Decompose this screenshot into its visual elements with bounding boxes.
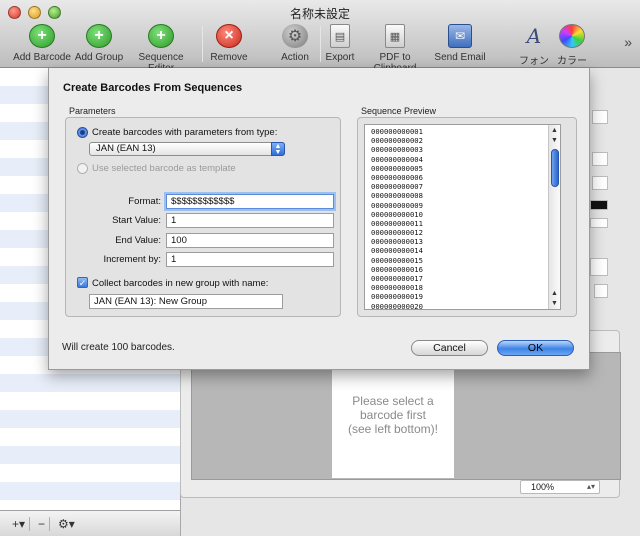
sequence-items: 000000000001 000000000002 000000000003 0000… (371, 127, 423, 309)
plus-circle-icon: + (86, 24, 112, 48)
ok-button[interactable]: OK (497, 340, 574, 356)
template-radio-label: Use selected barcode as template (92, 163, 236, 174)
sequence-preview-label: Sequence Preview (361, 106, 437, 116)
start-value-field[interactable] (166, 213, 334, 228)
parameters-group-label: Parameters (69, 106, 116, 116)
inspector-field[interactable] (590, 258, 608, 276)
toolbar-action-label: Action (281, 52, 309, 63)
color-well[interactable] (590, 200, 608, 210)
toolbar-add-group-button[interactable]: + Add Group (73, 24, 125, 63)
end-value-label: End Value: (115, 235, 161, 246)
chevron-updown-icon: ▴▾ (586, 482, 595, 491)
format-label: Format: (128, 196, 161, 207)
toolbar-add-barcode-button[interactable]: + Add Barcode (12, 24, 72, 63)
sequence-item[interactable]: 000000000014 (371, 246, 423, 255)
barcode-type-popup[interactable]: JAN (EAN 13) ▲ ▼ (89, 142, 285, 156)
type-radio-label: Create barcodes with parameters from typ… (92, 127, 278, 138)
toolbar-pdf-to-clipboard-button[interactable]: ▦ PDF to Clipboard (358, 24, 432, 74)
email-icon: ✉ (448, 24, 472, 48)
group-name-field[interactable] (89, 294, 283, 309)
toolbar-color-label: カラー (557, 56, 587, 67)
sequence-item[interactable]: 000000000010 (371, 210, 423, 219)
sequence-item[interactable]: 000000000016 (371, 265, 423, 274)
scroll-down-arrow-icon[interactable]: ▼ (549, 300, 560, 307)
sequence-item[interactable]: 000000000017 (371, 274, 423, 283)
sidebar-action-button[interactable]: ⚙▾ (54, 517, 79, 531)
sequence-item[interactable]: 000000000006 (371, 173, 423, 182)
scroll-up-arrow-icon[interactable]: ▲ (549, 290, 560, 297)
zoom-value: 100% (531, 482, 555, 492)
chevron-updown-icon: ▲ ▼ (271, 142, 285, 156)
sheet-title: Create Barcodes From Sequences (63, 82, 243, 94)
clipboard-icon: ▦ (385, 24, 405, 48)
sequence-item[interactable]: 000000000005 (371, 164, 423, 173)
cancel-button[interactable]: Cancel (411, 340, 488, 356)
window-titlebar: 名称未設定 + Add Barcode + Add Group + Sequen… (0, 0, 640, 82)
sequence-item[interactable]: 000000000004 (371, 155, 423, 164)
toolbar-send-email-label: Send Email (434, 52, 486, 63)
toolbar-sequence-editor-button[interactable]: + Sequence Editor (126, 24, 196, 74)
scroll-thumb[interactable] (551, 149, 559, 187)
template-radio-button[interactable] (77, 163, 88, 174)
preview-placeholder-message: Please select a barcode first (see left … (332, 352, 454, 478)
start-value-label: Start Value: (112, 215, 161, 226)
scroll-up-arrow-icon[interactable]: ▲ (549, 127, 560, 134)
status-message: Will create 100 barcodes. (62, 342, 175, 353)
collect-group-label: Collect barcodes in new group with name: (92, 278, 269, 289)
sequence-item[interactable]: 000000000013 (371, 237, 423, 246)
sequence-item[interactable]: 000000000009 (371, 201, 423, 210)
sequence-item[interactable]: 000000000019 (371, 292, 423, 301)
toolbar-action-button[interactable]: ⚙ Action (276, 24, 314, 63)
toolbar-export-label: Export (325, 52, 355, 63)
sequence-item[interactable]: 000000000015 (371, 256, 423, 265)
gear-icon: ⚙ (282, 24, 308, 48)
toolbar-add-group-label: Add Group (74, 52, 124, 63)
sequence-item[interactable]: 000000000002 (371, 136, 423, 145)
barcode-type-value: JAN (EAN 13) (96, 143, 156, 154)
sequence-item[interactable]: 000000000003 (371, 145, 423, 154)
toolbar-remove-button[interactable]: × Remove (208, 24, 250, 63)
sequence-item[interactable]: 000000000007 (371, 182, 423, 191)
end-value-field[interactable] (166, 233, 334, 248)
x-circle-icon: × (216, 24, 242, 48)
sequence-item[interactable]: 000000000001 (371, 127, 423, 136)
sequence-item[interactable]: 000000000011 (371, 219, 423, 228)
format-field[interactable] (166, 194, 334, 209)
toolbar-add-barcode-label: Add Barcode (13, 52, 71, 63)
plus-circle-icon: + (148, 24, 174, 48)
color-well[interactable] (590, 218, 608, 228)
sequence-item[interactable]: 000000000012 (371, 228, 423, 237)
window-title: 名称未設定 (289, 7, 350, 21)
document-icon: ▤ (330, 24, 350, 48)
collect-group-checkbox[interactable]: ✓ (77, 277, 88, 288)
sequence-item[interactable]: 000000000008 (371, 191, 423, 200)
toolbar-export-button[interactable]: ▤ Export (324, 24, 356, 63)
toolbar-separator (320, 26, 321, 62)
sequence-item[interactable]: 000000000018 (371, 283, 423, 292)
sidebar-footer: +▾ − ⚙▾ (0, 510, 181, 536)
toolbar: + Add Barcode + Add Group + Sequence Edi… (0, 22, 640, 82)
inspector-field[interactable] (592, 176, 608, 190)
increment-label: Increment by: (103, 254, 161, 265)
sidebar-add-button[interactable]: +▾ (8, 516, 31, 531)
type-radio-button[interactable] (77, 127, 88, 138)
font-icon: A (526, 24, 542, 48)
plus-circle-icon: + (29, 24, 55, 48)
sequence-item[interactable]: 000000000020 (371, 302, 423, 309)
toolbar-color-button[interactable]: カラー (554, 24, 590, 67)
scroll-down-arrow-icon[interactable]: ▼ (549, 137, 560, 144)
sidebar-remove-button[interactable]: − (34, 516, 51, 531)
sequence-preview-list[interactable]: 000000000001 000000000002 000000000003 0000… (364, 124, 561, 310)
inspector-field[interactable] (592, 110, 608, 124)
toolbar-separator (202, 26, 203, 62)
inspector-field[interactable] (592, 152, 608, 166)
color-wheel-icon (559, 24, 585, 48)
toolbar-overflow-button[interactable]: » (624, 34, 632, 50)
sequence-scrollbar[interactable]: ▲ ▼ ▲ ▼ (548, 125, 560, 309)
inspector-popup[interactable] (594, 284, 608, 298)
zoom-popup[interactable]: 100% ▴▾ (520, 480, 600, 494)
increment-field[interactable] (166, 252, 334, 267)
toolbar-remove-label: Remove (210, 52, 248, 63)
toolbar-send-email-button[interactable]: ✉ Send Email (434, 24, 486, 63)
